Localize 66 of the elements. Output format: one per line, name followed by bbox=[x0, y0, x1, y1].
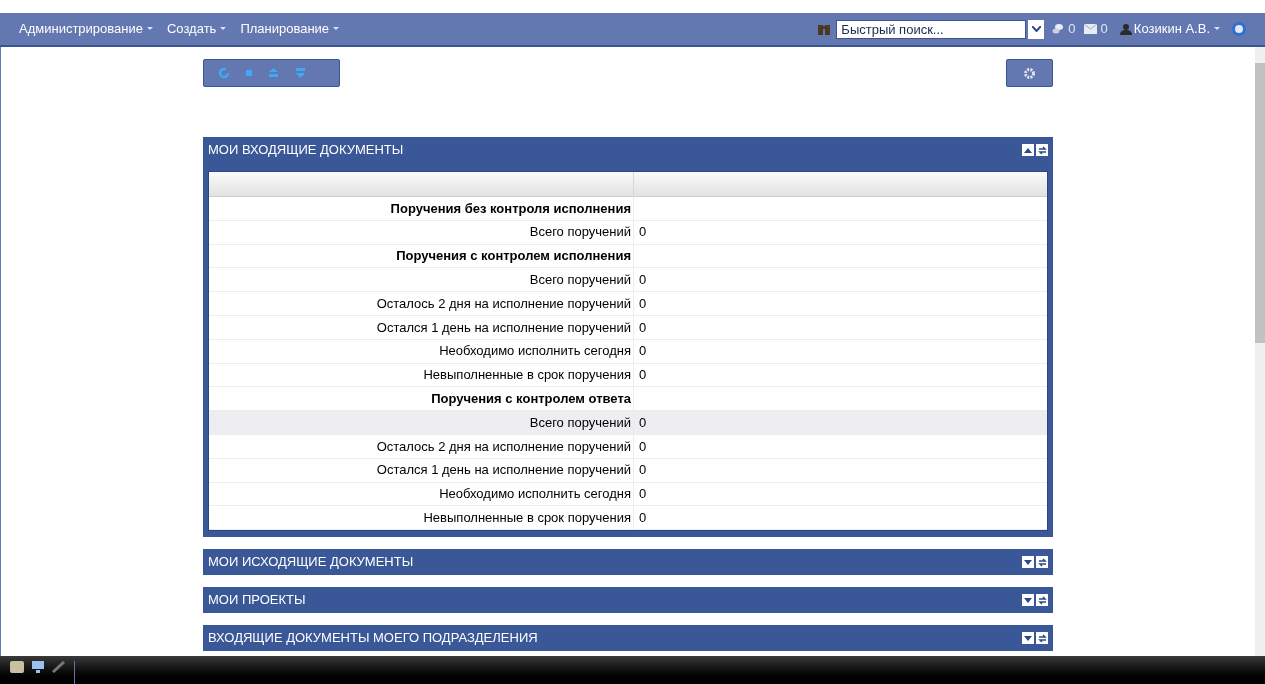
menu-item[interactable]: Создать bbox=[166, 19, 227, 39]
down-arrow-icon bbox=[1024, 559, 1032, 565]
row-value: 0 bbox=[639, 318, 647, 337]
caret-icon bbox=[220, 27, 227, 31]
row-value: 0 bbox=[639, 366, 647, 385]
row-label: Необходимо исполнить сегодня bbox=[439, 485, 631, 504]
expand-button[interactable] bbox=[1022, 594, 1034, 607]
row-label: Необходимо исполнить сегодня bbox=[439, 342, 631, 361]
help-icon[interactable] bbox=[1232, 22, 1246, 36]
expand-button[interactable] bbox=[1022, 632, 1034, 645]
user-icon bbox=[1119, 23, 1132, 35]
refresh-icon bbox=[1037, 557, 1047, 567]
gear-icon bbox=[1024, 67, 1035, 79]
up-arrow-icon bbox=[1024, 147, 1032, 153]
row-label: Невыполненные в срок поручения bbox=[423, 509, 631, 527]
row-value: 0 bbox=[639, 461, 647, 480]
row-label: Поручения с контролем исполнения bbox=[396, 247, 631, 266]
row-label: Всего поручений bbox=[529, 271, 631, 290]
panel-title[interactable]: МОИ ИСХОДЯЩИЕ ДОКУМЕНТЫ bbox=[208, 552, 414, 572]
settings-button[interactable] bbox=[1006, 59, 1053, 87]
chat-icon[interactable] bbox=[1052, 23, 1065, 35]
refresh-button[interactable] bbox=[1036, 632, 1048, 645]
down-arrow-icon bbox=[1024, 597, 1032, 603]
caret-icon bbox=[146, 27, 153, 31]
expand-button[interactable] bbox=[1022, 556, 1034, 569]
user-menu[interactable]: Козикин А.В. bbox=[1133, 19, 1220, 39]
counter: 0 bbox=[1068, 20, 1076, 39]
row-value: 0 bbox=[639, 223, 647, 242]
menu-item[interactable]: Администрирование bbox=[19, 19, 153, 39]
refresh-icon bbox=[1037, 145, 1047, 155]
collapse-button[interactable] bbox=[1022, 144, 1034, 156]
refresh-button[interactable] bbox=[1036, 594, 1048, 607]
refresh-icon bbox=[1037, 633, 1047, 643]
panel-title[interactable]: МОИ ВХОДЯЩИЕ ДОКУМЕНТЫ bbox=[208, 140, 404, 160]
row-label: Остался 1 день на исполнение поручений bbox=[376, 318, 631, 337]
row-label: Невыполненные в срок поручения bbox=[423, 366, 631, 385]
refresh-button[interactable] bbox=[1036, 556, 1048, 569]
caret-icon bbox=[333, 27, 340, 31]
row-label: Всего поручений bbox=[529, 413, 631, 432]
mail-icon[interactable] bbox=[1083, 24, 1097, 34]
menu-item[interactable]: Планирование bbox=[240, 19, 340, 39]
quick-search-field[interactable]: Быстрый поиск... bbox=[836, 19, 1027, 39]
row-label: Поручения без контроля исполнения bbox=[390, 199, 631, 218]
dropdown-button[interactable] bbox=[1028, 19, 1045, 39]
row-label: Остался 1 день на исполнение поручений bbox=[376, 461, 631, 480]
row-label: Осталось 2 дня на исполнение поручений bbox=[376, 437, 631, 456]
panel-title[interactable]: МОИ ПРОЕКТЫ bbox=[208, 590, 306, 610]
row-value: 0 bbox=[639, 342, 647, 361]
row-value: 0 bbox=[639, 485, 647, 504]
counter: 0 bbox=[1100, 20, 1108, 39]
refresh-button[interactable] bbox=[1036, 144, 1048, 156]
row-label: Всего поручений bbox=[529, 223, 631, 242]
row-value: 0 bbox=[639, 509, 647, 527]
pen-icon[interactable] bbox=[52, 661, 66, 673]
row-value: 0 bbox=[639, 271, 647, 290]
row-label: Поручения с контролем ответа bbox=[431, 390, 631, 408]
row-value: 0 bbox=[639, 294, 647, 313]
monitor-icon[interactable] bbox=[32, 661, 44, 673]
chevron-down-icon bbox=[1031, 26, 1041, 32]
panel-title[interactable]: ВХОДЯЩИЕ ДОКУМЕНТЫ МОЕГО ПОДРАЗДЕЛЕНИЯ bbox=[208, 628, 538, 648]
down-arrow-icon bbox=[1024, 635, 1032, 641]
row-label: Осталось 2 дня на исполнение поручений bbox=[376, 294, 631, 313]
caret-icon bbox=[1214, 27, 1220, 31]
refresh-icon bbox=[1037, 595, 1047, 605]
row-value: 0 bbox=[639, 413, 647, 432]
row-value: 0 bbox=[639, 437, 647, 456]
